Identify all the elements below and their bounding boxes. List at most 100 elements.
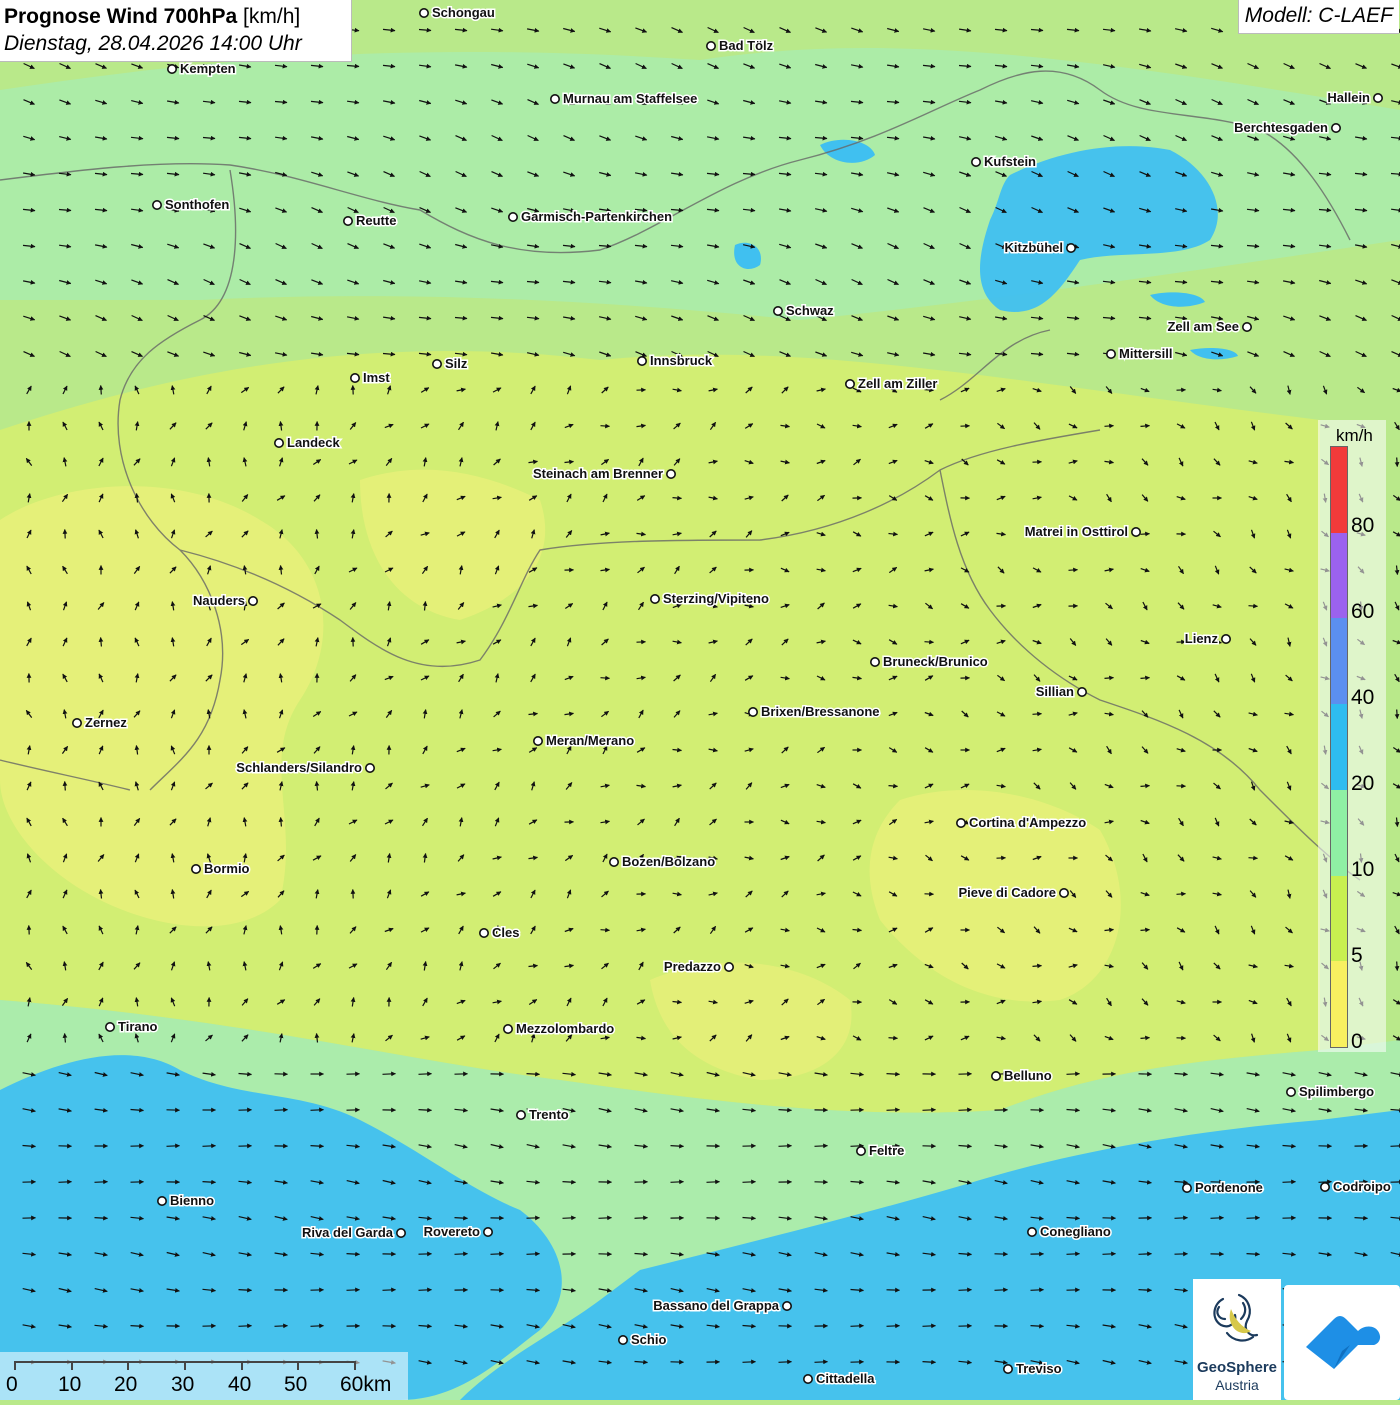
place-marker[interactable] [480,929,488,937]
wind-arrow [311,1326,324,1327]
place-marker[interactable] [857,1147,865,1155]
place-marker[interactable] [192,865,200,873]
place-marker[interactable] [517,1111,525,1119]
place-marker[interactable] [249,597,257,605]
place-marker[interactable] [667,470,675,478]
place-marker[interactable] [619,1336,627,1344]
place-label: Meran/Merano [546,733,634,748]
place-marker[interactable] [366,764,374,772]
wind-arrow [1141,426,1150,427]
app-logo[interactable] [1284,1285,1400,1400]
forecast-time: Dienstag, 28.04.2026 14:00 Uhr [4,30,351,58]
place-marker[interactable] [707,42,715,50]
wind-arrow [1391,1146,1400,1147]
wind-arrow [601,678,610,679]
scale-label-10: 10 [58,1373,81,1397]
place-label: Imst [363,370,390,385]
wind-arrow [455,1254,468,1255]
logo-name-line1: GeoSphere [1193,1359,1281,1376]
wind-arrow [815,1146,828,1147]
place-marker[interactable] [551,95,559,103]
scale-bar: 0 10 20 30 40 50 60km [0,1352,408,1400]
wind-arrow [101,386,102,395]
place-label: Sterzing/Vipiteno [663,591,769,606]
legend-tick-5: 5 [1351,944,1363,968]
place-label: Bozen/Bolzano [622,854,715,869]
place-marker[interactable] [153,201,161,209]
place-marker[interactable] [957,819,965,827]
place-marker[interactable] [1028,1228,1036,1236]
place-marker[interactable] [1332,124,1340,132]
scale-label-20: 20 [114,1373,137,1397]
color-legend: km/h 80 60 40 20 10 5 0 [1318,420,1386,1052]
place-marker[interactable] [1287,1088,1295,1096]
wind-arrow [923,1362,936,1363]
place-marker[interactable] [638,357,646,365]
place-label: Hallein [1327,90,1370,105]
geosphere-mark-icon [1193,1279,1281,1359]
wind-arrow [311,1146,324,1147]
place-marker[interactable] [871,658,879,666]
place-marker[interactable] [610,858,618,866]
scale-tick [184,1361,186,1370]
wind-arrow [419,1074,432,1075]
place-label: Trento [529,1107,569,1122]
place-marker[interactable] [651,595,659,603]
place-marker[interactable] [1078,688,1086,696]
place-marker[interactable] [106,1023,114,1031]
scale-tick [297,1361,299,1370]
place-label: Sonthofen [165,197,229,212]
place-marker[interactable] [1243,323,1251,331]
geosphere-logo[interactable]: GeoSphere Austria [1193,1279,1281,1400]
legend-color-segment [1331,618,1347,704]
place-marker[interactable] [397,1229,405,1237]
wind-arrow [455,1218,468,1219]
place-marker[interactable] [344,217,352,225]
place-marker[interactable] [275,439,283,447]
wind-arrow [1069,570,1078,571]
place-marker[interactable] [509,213,517,221]
scale-label-50: 50 [284,1373,307,1397]
place-marker[interactable] [1060,889,1068,897]
place-label: Bad Tölz [719,38,774,53]
place-marker[interactable] [749,708,757,716]
place-marker[interactable] [158,1197,166,1205]
place-marker[interactable] [725,963,733,971]
place-label: Berchtesgaden [1234,120,1328,135]
place-marker[interactable] [846,380,854,388]
wind-arrow [1283,1182,1296,1183]
place-marker[interactable] [420,9,428,17]
place-marker[interactable] [1321,1183,1329,1191]
legend-unit: km/h [1336,426,1373,446]
wind-arrow [779,1146,792,1147]
wind-arrow [383,1290,396,1291]
place-marker[interactable] [504,1025,512,1033]
place-marker[interactable] [484,1228,492,1236]
place-marker[interactable] [783,1302,791,1310]
wind-arrow [419,1290,432,1291]
place-marker[interactable] [1374,94,1382,102]
place-marker[interactable] [804,1375,812,1383]
place-marker[interactable] [774,307,782,315]
place-marker[interactable] [972,158,980,166]
wind-arrow [1031,1290,1044,1291]
place-marker[interactable] [73,719,81,727]
place-marker[interactable] [534,737,542,745]
place-marker[interactable] [1132,528,1140,536]
place-marker[interactable] [992,1072,1000,1080]
place-marker[interactable] [168,65,176,73]
wind-map[interactable]: SchongauBad TölzKemptenMurnau am Staffel… [0,0,1400,1400]
wind-arrow [815,1362,828,1363]
place-marker[interactable] [1004,1365,1012,1373]
place-label: Reutte [356,213,396,228]
place-marker[interactable] [1107,350,1115,358]
place-marker[interactable] [351,374,359,382]
place-marker[interactable] [1222,635,1230,643]
yellow-patch-west [0,486,323,926]
place-label: Feltre [869,1143,904,1158]
scale-label-30: 30 [171,1373,194,1397]
place-marker[interactable] [433,360,441,368]
place-marker[interactable] [1067,244,1075,252]
wind-arrow [601,930,610,931]
place-marker[interactable] [1183,1184,1191,1192]
